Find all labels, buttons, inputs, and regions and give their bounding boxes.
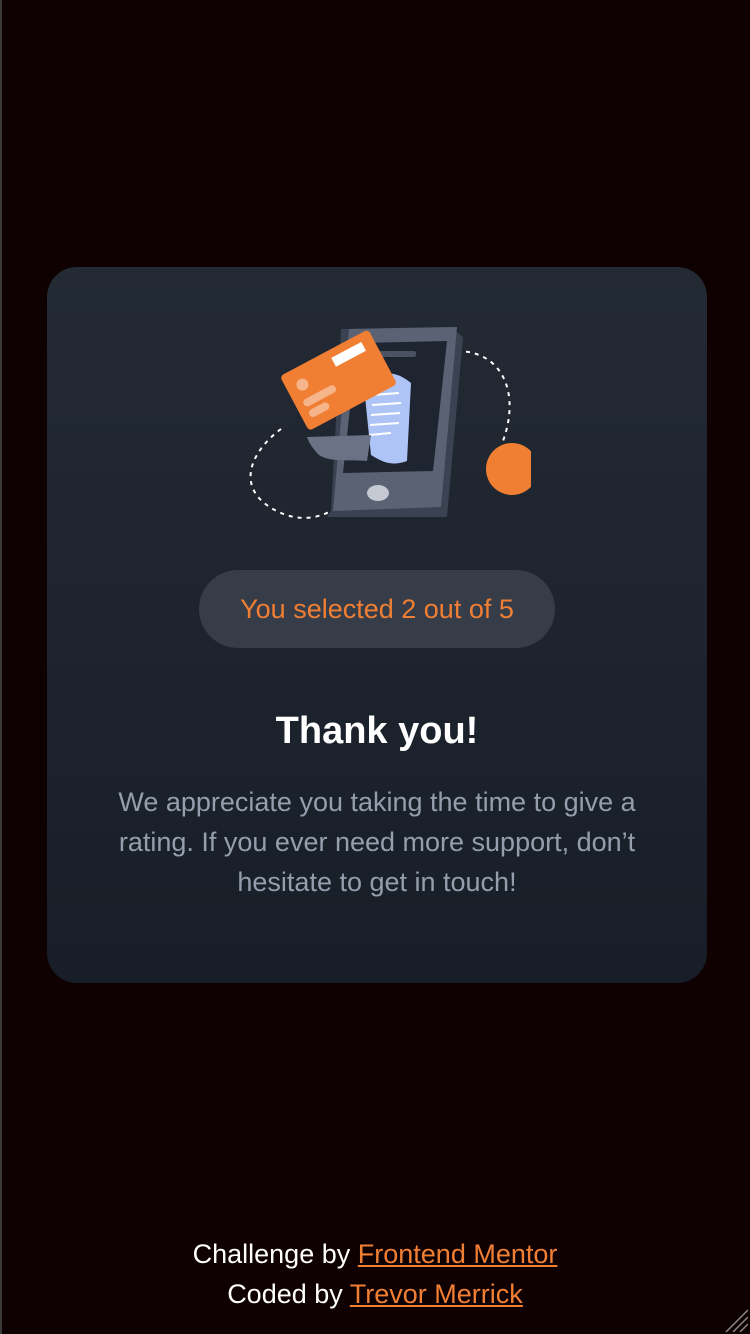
phone-payment-illustration [231, 321, 538, 521]
author-link[interactable]: Trevor Merrick [350, 1279, 523, 1309]
window-edge [0, 0, 2, 1334]
attribution: Challenge by Frontend Mentor Coded by Tr… [0, 1234, 750, 1314]
challenge-prefix: Challenge by [192, 1239, 351, 1269]
coded-line: Coded by Trevor Merrick [0, 1274, 750, 1314]
resize-grip-icon[interactable] [720, 1304, 749, 1333]
selection-badge: You selected 2 out of 5 [199, 570, 555, 648]
thank-you-message: We appreciate you taking the time to giv… [118, 787, 636, 897]
thank-you-card: You selected 2 out of 5 Thank you! We ap… [47, 267, 707, 983]
page-title: Thank you! [275, 710, 479, 752]
challenge-line: Challenge by Frontend Mentor [0, 1234, 750, 1274]
coded-prefix: Coded by [227, 1279, 343, 1309]
frontend-mentor-link[interactable]: Frontend Mentor [358, 1239, 558, 1269]
